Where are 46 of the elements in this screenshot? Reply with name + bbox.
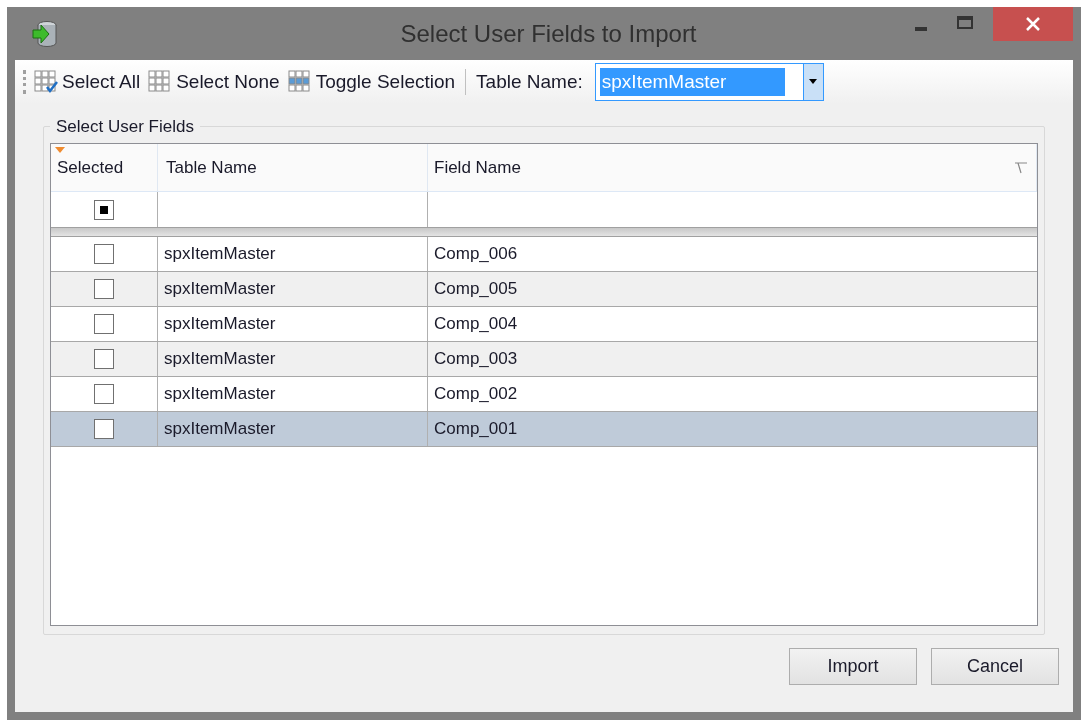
table-cell: spxItemMaster (158, 237, 428, 271)
minimize-icon (915, 27, 927, 31)
table-row[interactable]: spxItemMaster Comp_001 (51, 412, 1037, 447)
table-cell-text: Comp_001 (433, 418, 519, 441)
window-title: Select User Fields to Import (400, 18, 697, 49)
table-row[interactable]: spxItemMaster Comp_005 (51, 272, 1037, 307)
grid-highlight-icon (287, 70, 312, 94)
toolbar-button[interactable]: Select None (148, 67, 280, 97)
toolbar-grip-icon (23, 70, 26, 94)
toolbar-button[interactable]: Select All (34, 67, 141, 97)
toolbar-button[interactable]: Toggle Selection (287, 67, 456, 97)
table-cell-text: Comp_003 (433, 348, 519, 371)
dialog-button[interactable]: Cancel (931, 648, 1059, 685)
table-cell-text: Comp_006 (433, 243, 519, 266)
table-cell-text: Comp_002 (433, 383, 519, 406)
column-header[interactable]: Table Name (158, 144, 428, 191)
close-button[interactable] (993, 7, 1073, 41)
table-cell: spxItemMaster (158, 307, 428, 341)
database-arrow-icon (32, 19, 58, 48)
checkbox[interactable] (94, 199, 114, 220)
checkbox[interactable] (94, 419, 114, 439)
checkbox[interactable] (94, 314, 114, 334)
table-row[interactable]: spxItemMaster Comp_003 (51, 342, 1037, 377)
close-icon (1026, 17, 1040, 31)
checkbox[interactable] (94, 349, 114, 369)
grid-check-icon (34, 70, 58, 94)
checkbox[interactable] (94, 244, 114, 264)
table-row[interactable]: spxItemMaster Comp_006 (51, 237, 1037, 272)
filter-icon (1014, 162, 1028, 174)
column-header[interactable]: Selected (51, 144, 158, 191)
table-cell: spxItemMaster (158, 342, 428, 376)
maximize-icon (957, 15, 973, 29)
table-cell-text: Comp_004 (433, 313, 519, 336)
table-cell: spxItemMaster (158, 412, 428, 446)
table-cell-text: Comp_005 (433, 278, 519, 301)
checkbox[interactable] (94, 279, 114, 299)
sort-triangle-icon (55, 147, 65, 153)
table-row[interactable]: spxItemMaster Comp_002 (51, 377, 1037, 412)
table-name-label: Table Name: (476, 69, 583, 94)
checkbox[interactable] (94, 384, 114, 404)
table-cell: spxItemMaster (158, 272, 428, 306)
grid-icon (148, 70, 173, 94)
dialog-button[interactable]: Import (789, 648, 917, 685)
table-row[interactable]: spxItemMaster Comp_004 (51, 307, 1037, 342)
column-header[interactable]: Field Name (428, 144, 1037, 191)
table-cell: spxItemMaster (158, 377, 428, 411)
